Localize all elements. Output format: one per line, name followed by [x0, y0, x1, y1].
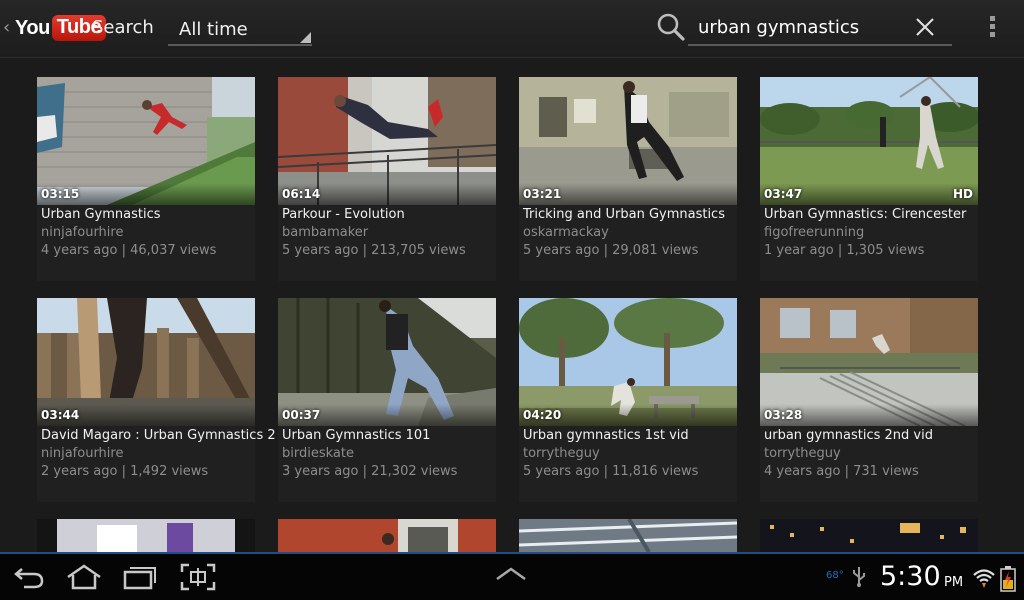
video-title: Tricking and Urban Gymnastics: [523, 207, 725, 222]
dropdown-caret-icon: [300, 32, 311, 43]
video-duration: 03:47: [764, 187, 803, 201]
home-icon[interactable]: [64, 563, 104, 591]
video-meta: 5 years ago | 29,081 views: [523, 243, 699, 258]
video-thumbnail[interactable]: [37, 519, 255, 552]
hd-badge: HD: [952, 187, 973, 201]
video-meta: 4 years ago | 731 views: [764, 464, 919, 479]
video-duration: 03:15: [41, 187, 80, 201]
video-channel: ninjafourhire: [41, 446, 124, 461]
video-meta: 5 years ago | 213,705 views: [282, 243, 466, 258]
video-thumbnail[interactable]: 03:28: [760, 298, 978, 426]
video-channel: torrytheguy: [523, 446, 600, 461]
search-query: urban gymnastics: [698, 17, 860, 38]
chevron-up-icon[interactable]: [494, 563, 528, 583]
video-meta: 1 year ago | 1,305 views: [764, 243, 925, 258]
video-duration: 03:21: [523, 187, 562, 201]
back-icon[interactable]: [12, 563, 46, 591]
recent-apps-icon[interactable]: [122, 563, 158, 591]
video-card[interactable]: 00:37 Urban Gymnastics 101 birdieskate 3…: [278, 298, 496, 502]
video-duration: 03:44: [41, 408, 80, 422]
video-title: Parkour - Evolution: [282, 207, 405, 222]
video-card[interactable]: 04:20 Urban gymnastics 1st vid torrytheg…: [519, 298, 737, 502]
video-thumbnail[interactable]: 00:37: [278, 298, 496, 426]
video-duration: 06:14: [282, 187, 321, 201]
chevron-left-icon[interactable]: ‹: [3, 17, 10, 38]
video-meta: 3 years ago | 21,302 views: [282, 464, 458, 479]
clock-time[interactable]: 5:30: [880, 561, 941, 592]
video-title: Urban Gymnastics: [41, 207, 161, 222]
video-meta: 4 years ago | 46,037 views: [41, 243, 217, 258]
video-thumbnail[interactable]: [278, 519, 496, 552]
page-title: Search: [92, 17, 154, 38]
video-thumbnail[interactable]: 03:21: [519, 77, 737, 205]
video-channel: ninjafourhire: [41, 225, 124, 240]
video-thumbnail[interactable]: [760, 519, 978, 552]
video-channel: torrytheguy: [764, 446, 841, 461]
video-thumbnail[interactable]: 03:47 HD: [760, 77, 978, 205]
wifi-icon: [973, 569, 995, 588]
video-thumbnail[interactable]: [519, 519, 737, 552]
video-card[interactable]: [760, 519, 978, 552]
search-icon[interactable]: [656, 12, 686, 42]
battery-icon: [1000, 566, 1016, 592]
time-filter-dropdown[interactable]: All time: [168, 10, 312, 46]
temperature-status: 68°: [826, 570, 844, 581]
screenshot-icon[interactable]: [180, 563, 216, 591]
video-thumbnail[interactable]: 03:15: [37, 77, 255, 205]
video-channel: birdieskate: [282, 446, 354, 461]
logo-you: You: [15, 16, 50, 39]
video-card[interactable]: 03:44 David Magaro : Urban Gymnastics 2 …: [37, 298, 276, 502]
video-title: urban gymnastics 2nd vid: [764, 428, 933, 443]
overflow-menu-icon[interactable]: [986, 16, 998, 40]
usb-icon: [853, 567, 865, 587]
time-filter-value: All time: [179, 19, 248, 40]
video-duration: 04:20: [523, 408, 562, 422]
video-card[interactable]: 06:14 Parkour - Evolution bambamaker 5 y…: [278, 77, 496, 281]
system-navigation-bar: 68° 5:30 PM: [0, 552, 1024, 600]
video-card[interactable]: 03:15 Urban Gymnastics ninjafourhire 4 y…: [37, 77, 255, 281]
video-card[interactable]: [37, 519, 255, 552]
video-card[interactable]: 03:28 urban gymnastics 2nd vid torrytheg…: [760, 298, 978, 502]
video-duration: 03:28: [764, 408, 803, 422]
video-title: David Magaro : Urban Gymnastics 2: [41, 428, 276, 443]
video-card[interactable]: [519, 519, 737, 552]
clock-ampm: PM: [944, 575, 964, 590]
video-meta: 2 years ago | 1,492 views: [41, 464, 209, 479]
video-channel: figofreerunning: [764, 225, 865, 240]
video-title: Urban Gymnastics 101: [282, 428, 431, 443]
video-title: Urban Gymnastics: Cirencester: [764, 207, 967, 222]
action-bar: ‹ You Tube Search All time urban gymnast…: [0, 0, 1024, 58]
video-thumbnail[interactable]: 03:44: [37, 298, 255, 426]
video-card[interactable]: [278, 519, 496, 552]
close-icon[interactable]: [914, 16, 936, 38]
video-title: Urban gymnastics 1st vid: [523, 428, 689, 443]
search-input[interactable]: urban gymnastics: [688, 8, 952, 46]
video-duration: 00:37: [282, 408, 321, 422]
video-meta: 5 years ago | 11,816 views: [523, 464, 699, 479]
video-channel: oskarmackay: [523, 225, 609, 240]
video-card[interactable]: 03:21 Tricking and Urban Gymnastics oska…: [519, 77, 737, 281]
video-card[interactable]: 03:47 HD Urban Gymnastics: Cirencester f…: [760, 77, 978, 281]
video-channel: bambamaker: [282, 225, 369, 240]
video-thumbnail[interactable]: 04:20: [519, 298, 737, 426]
video-thumbnail[interactable]: 06:14: [278, 77, 496, 205]
